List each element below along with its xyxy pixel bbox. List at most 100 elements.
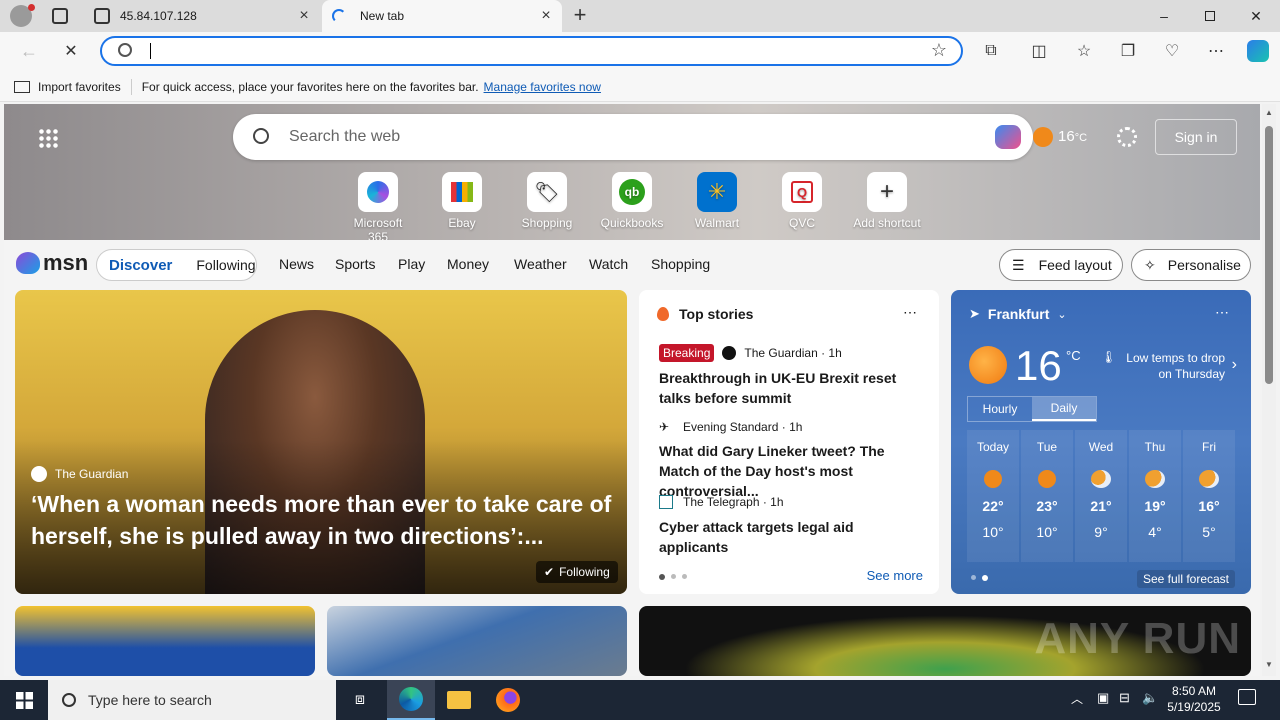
back-button[interactable]: ← (14, 38, 44, 64)
see-full-forecast-link[interactable]: See full forecast (1136, 570, 1235, 588)
forecast-day[interactable]: Today 22° 10° (967, 430, 1019, 562)
top-stories-card: Top stories ⋯ Breaking The Guardian · 1h… (639, 290, 939, 594)
header-temperature[interactable]: 16°C (1058, 128, 1087, 145)
shortcut-qvc[interactable]: Q QVC (766, 172, 838, 230)
close-window-button[interactable]: ✕ (1233, 0, 1279, 32)
forecast-day[interactable]: Thu 19° 4° (1129, 430, 1181, 562)
evening-standard-icon: ✈ (659, 420, 670, 434)
clock[interactable]: 8:50 AM 5/19/2025 (1166, 683, 1222, 715)
page-settings-gear-icon[interactable] (1117, 127, 1137, 147)
tab-following[interactable]: Following (196, 257, 255, 273)
restore-button[interactable] (1187, 0, 1233, 32)
sports-story-card[interactable] (15, 606, 315, 676)
weather-city[interactable]: Frankfurt (988, 306, 1049, 322)
favorites-icon[interactable]: ☆ (1069, 38, 1099, 64)
weather-more-icon[interactable]: ⋯ (1215, 304, 1229, 321)
nav-watch[interactable]: Watch (589, 256, 628, 272)
tab-actions-icon[interactable] (52, 8, 68, 24)
browser-essentials-icon[interactable]: ♡ (1157, 38, 1187, 64)
scroll-down-arrow[interactable]: ▼ (1265, 660, 1273, 669)
solar-story-card[interactable] (327, 606, 627, 676)
firefox-button[interactable] (484, 680, 532, 720)
story-headline[interactable]: ‘When a woman needs more than ever to ta… (31, 488, 615, 552)
web-search-box[interactable]: Search the web (233, 114, 1033, 160)
network-status-icon[interactable]: ▣ (1097, 690, 1109, 706)
shortcut-ebay[interactable]: Ebay (426, 172, 498, 230)
collections-icon[interactable]: ❐ (1113, 38, 1143, 64)
nav-money[interactable]: Money (447, 256, 489, 272)
sun-icon (984, 470, 1002, 488)
weather-carousel-dots[interactable] (971, 575, 988, 581)
guardian-logo-icon (31, 466, 47, 482)
chevron-down-icon[interactable]: ⌄ (1057, 308, 1066, 321)
top-story-headline[interactable]: Breakthrough in UK-EU Brexit reset talks… (659, 368, 925, 408)
copilot-icon[interactable] (1243, 38, 1273, 64)
nav-weather[interactable]: Weather (514, 256, 567, 272)
hero-story-card[interactable]: The Guardian ‘When a woman needs more th… (15, 290, 627, 594)
tab-remote-site[interactable]: 45.84.107.128 × (84, 0, 320, 32)
shortcut-walmart[interactable]: ✳ Walmart (681, 172, 753, 230)
sign-in-button[interactable]: Sign in (1155, 119, 1237, 155)
top-stories-more-icon[interactable]: ⋯ (903, 304, 917, 321)
forecast-day[interactable]: Tue 23° 10° (1021, 430, 1073, 562)
tab-discover[interactable]: Discover (109, 257, 172, 274)
copilot-search-icon[interactable] (995, 125, 1021, 149)
stop-loading-button[interactable]: ✕ (56, 38, 86, 64)
new-tab-button[interactable]: + (568, 4, 592, 28)
close-tab-icon[interactable]: × (538, 8, 554, 24)
tab-daily[interactable]: Daily (1032, 397, 1096, 421)
nav-sports[interactable]: Sports (335, 256, 375, 272)
extensions-icon[interactable]: ⧉ (976, 38, 1006, 64)
scroll-up-arrow[interactable]: ▲ (1265, 108, 1273, 117)
forecast-day[interactable]: Fri 16° 5° (1183, 430, 1235, 562)
tab-hourly[interactable]: Hourly (968, 397, 1032, 421)
following-badge[interactable]: ✔ Following (536, 561, 618, 583)
top-story-headline[interactable]: Cyber attack targets legal aid applicant… (659, 517, 925, 557)
import-favorites-button[interactable]: Import favorites (38, 80, 121, 94)
carousel-dots[interactable] (659, 574, 687, 580)
nav-shopping[interactable]: Shopping (651, 256, 710, 272)
start-button[interactable] (0, 680, 48, 720)
minimize-button[interactable]: – (1141, 0, 1187, 32)
add-shortcut-button[interactable]: + Add shortcut (851, 172, 923, 230)
scroll-thumb[interactable] (1265, 126, 1273, 384)
edge-icon (399, 687, 423, 711)
tab-new-tab[interactable]: New tab × (322, 0, 562, 32)
top-story-headline[interactable]: What did Gary Lineker tweet? The Match o… (659, 441, 925, 501)
forecast-day[interactable]: Wed 21° 9° (1075, 430, 1127, 562)
edge-taskbar-button[interactable] (387, 680, 435, 720)
file-explorer-button[interactable] (435, 680, 483, 720)
ethernet-icon[interactable]: ⊟ (1119, 690, 1130, 706)
address-bar[interactable]: ☆ (100, 36, 963, 66)
see-more-link[interactable]: See more (867, 568, 923, 583)
shortcut-microsoft-365[interactable]: Microsoft 365 (342, 172, 414, 244)
task-view-button[interactable]: ⧈ (336, 680, 384, 720)
shortcut-quickbooks[interactable]: qb Quickbooks (596, 172, 668, 230)
volume-icon[interactable]: 🔈 (1142, 690, 1158, 706)
nav-play[interactable]: Play (398, 256, 425, 272)
chevron-right-icon[interactable]: › (1232, 356, 1237, 374)
close-tab-icon[interactable]: × (296, 8, 312, 24)
settings-more-icon[interactable]: ⋯ (1201, 38, 1231, 64)
shortcut-shopping[interactable]: 🏷 Shopping (511, 172, 583, 230)
weather-unit: °C (1066, 348, 1081, 363)
taskbar-search-box[interactable]: Type here to search (48, 680, 336, 720)
notifications-icon[interactable] (1238, 689, 1256, 705)
nav-news[interactable]: News (279, 256, 314, 272)
personalise-button[interactable]: ✧ Personalise (1131, 249, 1251, 281)
video-story-card[interactable]: ANY RUN (639, 606, 1251, 676)
apps-launcher-icon[interactable] (38, 128, 58, 148)
show-hidden-icons-chevron[interactable]: ︿ (1071, 690, 1083, 707)
weather-note[interactable]: Low temps to drop on Thursday (1115, 350, 1225, 382)
msn-logo[interactable]: msn (16, 250, 88, 276)
favorite-star-icon[interactable]: ☆ (931, 40, 947, 61)
windows-logo-icon (15, 691, 33, 709)
thermometer-icon: 🌡 (1101, 350, 1117, 364)
page-scrollbar[interactable]: ▲ ▼ (1262, 104, 1276, 676)
weather-card: ➤ Frankfurt ⌄ ⋯ 16 °C 🌡 Low temps to dro… (951, 290, 1251, 594)
feed-layout-button[interactable]: ☰ Feed layout (999, 249, 1123, 281)
split-screen-icon[interactable]: ◫ (1024, 38, 1054, 64)
walmart-icon: ✳ (697, 172, 737, 212)
manage-favorites-link[interactable]: Manage favorites now (484, 80, 601, 94)
site-favicon-icon (94, 8, 110, 24)
